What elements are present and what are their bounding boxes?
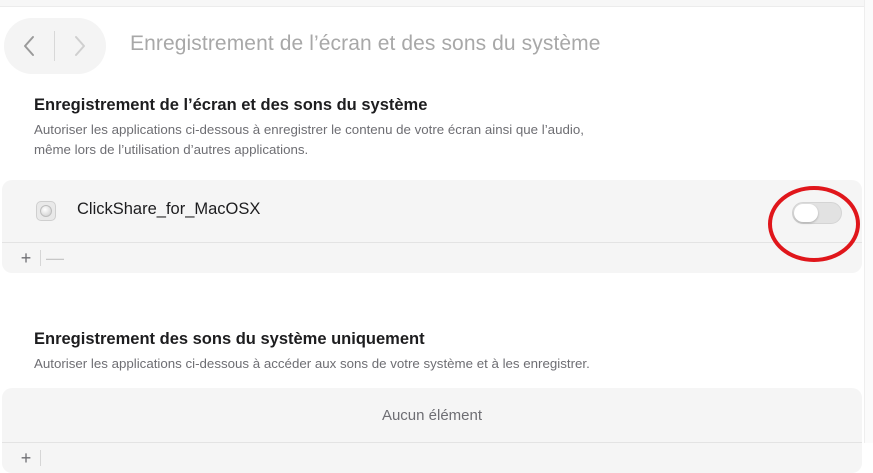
window-right-edge [864, 0, 873, 443]
list-controls: + — [2, 243, 862, 273]
navigation-buttons [4, 18, 106, 74]
system-audio-description: Autoriser les applications ci-dessous à … [34, 356, 590, 371]
app-name: ClickShare_for_MacOSX [77, 200, 261, 218]
settings-window: Enregistrement de l’écran et des sons du… [0, 0, 873, 473]
system-audio-section-title: Enregistrement des sons du système uniqu… [34, 330, 425, 348]
description-line-1: Autoriser les applications ci-dessous à … [34, 122, 584, 137]
forward-button[interactable] [55, 18, 105, 74]
screen-recording-app-list: ClickShare_for_MacOSX + — [2, 180, 862, 273]
system-audio-app-list: Aucun élément + [2, 388, 862, 473]
add-audio-app-button[interactable]: + [12, 443, 40, 473]
chevron-left-icon [24, 36, 34, 56]
empty-list-message: Aucun élément [2, 388, 862, 443]
app-icon [36, 201, 56, 221]
page-title: Enregistrement de l’écran et des sons du… [130, 32, 601, 55]
audio-controls-divider [40, 450, 41, 466]
back-button[interactable] [4, 18, 54, 74]
window-top-edge [0, 0, 873, 7]
remove-app-button[interactable]: — [41, 243, 69, 273]
list-item: ClickShare_for_MacOSX [2, 180, 862, 243]
add-app-button[interactable]: + [12, 243, 40, 273]
screen-recording-description: Autoriser les applications ci-dessous à … [34, 120, 824, 160]
chevron-right-icon [75, 36, 85, 56]
audio-list-controls: + [2, 443, 862, 473]
toolbar: Enregistrement de l’écran et des sons du… [0, 18, 860, 76]
screen-recording-section-title: Enregistrement de l’écran et des sons du… [34, 96, 428, 114]
red-highlight-circle [768, 186, 860, 262]
description-line-2: même lors de l’utilisation d’autres appl… [34, 142, 309, 157]
